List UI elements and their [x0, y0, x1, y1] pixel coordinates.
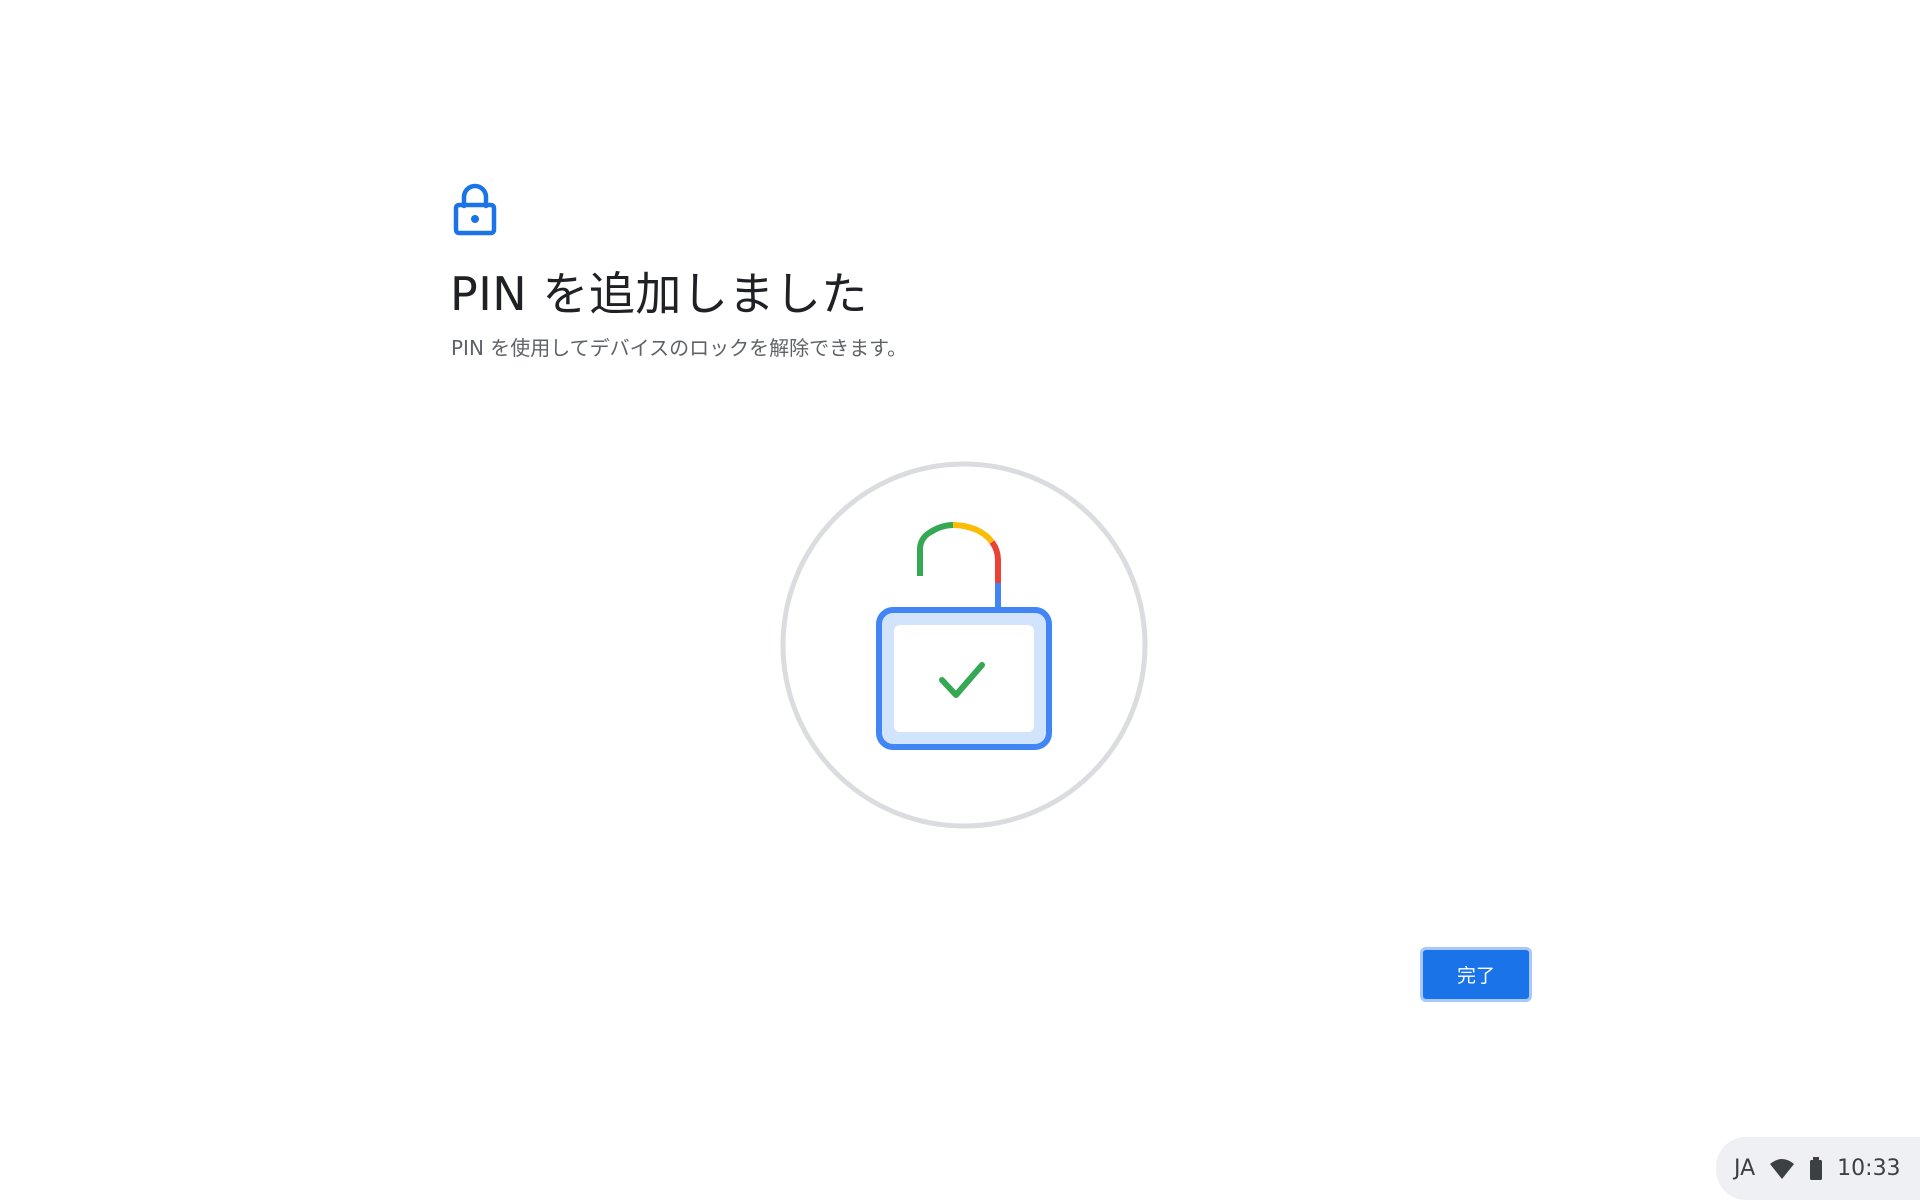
clock-time: 10:33: [1837, 1156, 1901, 1181]
status-tray[interactable]: JA 10:33: [1716, 1137, 1920, 1200]
page-title: PIN を追加しました: [450, 267, 868, 321]
unlocked-padlock-check-icon: [780, 461, 1148, 829]
battery-icon: [1809, 1156, 1823, 1181]
done-button[interactable]: 完了: [1420, 947, 1532, 1002]
ime-indicator: JA: [1734, 1156, 1756, 1181]
page-subtitle: PIN を使用してデバイスのロックを解除できます。: [451, 336, 908, 360]
pin-setup-done-screen: PIN を追加しました PIN を使用してデバイスのロックを解除できます。 完了…: [0, 0, 1920, 1200]
wifi-icon: [1769, 1158, 1795, 1180]
lock-icon: [453, 183, 497, 236]
